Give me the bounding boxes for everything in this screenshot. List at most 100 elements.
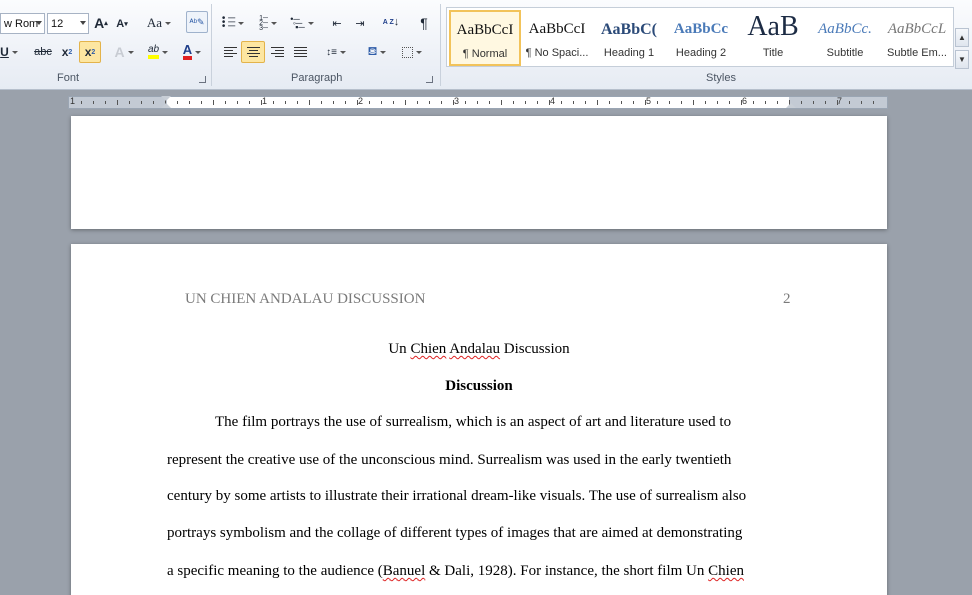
clear-formatting-button[interactable]: ᴬᵇ✎ <box>186 11 208 33</box>
paragraph-dialog-launcher-icon[interactable] <box>426 76 433 83</box>
ruler-tick <box>393 101 394 104</box>
style-heading-1[interactable]: AaBbC( Heading 1 <box>593 10 665 66</box>
increase-indent-icon: ⇥ <box>355 17 365 30</box>
show-formatting-button[interactable]: ¶ <box>413 12 435 34</box>
borders-button[interactable] <box>398 41 426 63</box>
ruler-number: 6 <box>742 96 748 106</box>
paragraph-group-label: Paragraph <box>291 72 343 84</box>
subscript-button[interactable]: x2 <box>57 41 77 63</box>
ruler-tick <box>333 101 334 104</box>
underline-button[interactable]: U <box>0 41 18 63</box>
font-color-icon: A <box>182 43 193 60</box>
shading-button[interactable]: ⛾ <box>362 41 392 63</box>
change-case-button[interactable]: Aa <box>145 12 173 34</box>
first-line-indent-marker[interactable] <box>161 96 171 101</box>
ruler-tick <box>813 101 814 104</box>
font-name-combo[interactable]: w Rom <box>0 13 45 34</box>
ruler-tick <box>537 101 538 104</box>
styles-scroll-down-button[interactable]: ▼ <box>955 50 969 69</box>
ruler-tick <box>873 101 874 104</box>
style-title[interactable]: AaB Title <box>737 10 809 66</box>
ruler-tick <box>429 101 430 104</box>
ruler-tick <box>477 101 478 104</box>
style-heading-2[interactable]: AaBbCc Heading 2 <box>665 10 737 66</box>
superscript-mark: 2 <box>91 48 96 56</box>
ruler-tick <box>93 101 94 104</box>
increase-indent-button[interactable]: ⇥ <box>350 12 370 34</box>
ruler-tick <box>261 100 262 105</box>
chevron-down-icon[interactable] <box>80 21 86 25</box>
page-1[interactable] <box>71 116 887 229</box>
ruler-tick <box>849 101 850 104</box>
paint-bucket-icon: ⛾ <box>367 44 378 58</box>
shrink-font-button[interactable]: A ▾ <box>113 13 131 35</box>
change-case-icon: Aa <box>146 15 163 30</box>
ruler-tick <box>729 101 730 104</box>
ruler-tick <box>645 100 646 105</box>
underline-icon: U <box>0 45 9 59</box>
justify-icon <box>293 46 307 58</box>
styles-group-label: Styles <box>706 72 736 84</box>
right-indent-marker[interactable] <box>786 103 796 108</box>
align-left-button[interactable] <box>219 41 241 63</box>
numbering-button[interactable]: 1─ 2─ 3─ <box>253 12 283 34</box>
styles-scroll-up-button[interactable]: ▲ <box>955 28 969 47</box>
paragraph-line: portrays symbolism and the collage of di… <box>167 525 743 541</box>
styles-gallery: AaBbCcI ¶ Normal AaBbCcI ¶ No Spaci... A… <box>446 7 954 67</box>
highlight-button[interactable]: ab <box>141 41 175 63</box>
style-no-spacing[interactable]: AaBbCcI ¶ No Spaci... <box>521 10 593 66</box>
ruler-number: 4 <box>550 96 556 106</box>
font-dialog-launcher-icon[interactable] <box>199 76 206 83</box>
text-effects-button[interactable]: A <box>111 41 137 63</box>
center-align-button[interactable] <box>241 41 265 63</box>
horizontal-ruler[interactable]: 1 1 2 3 4 5 6 7 <box>68 96 888 109</box>
ruler-number: 3 <box>454 96 460 106</box>
ruler-tick <box>357 100 358 105</box>
subscript-icon: x <box>61 45 69 59</box>
ruler-tick <box>489 101 490 104</box>
style-subtitle[interactable]: AaBbCc. Subtitle <box>809 10 881 66</box>
align-right-icon <box>270 46 284 58</box>
page-2[interactable]: UN CHIEN ANDALAU DISCUSSION 2 Un Chien A… <box>71 244 887 595</box>
hanging-indent-marker[interactable] <box>161 103 171 108</box>
align-center-icon <box>246 46 260 58</box>
style-name: Heading 2 <box>675 47 727 59</box>
decrease-indent-button[interactable]: ⇤ <box>327 12 347 34</box>
grow-font-button[interactable]: A ▴ <box>92 12 110 34</box>
ruler-tick <box>105 101 106 104</box>
superscript-icon: x <box>84 45 92 59</box>
ruler-number: 1 <box>262 96 268 106</box>
ruler-tick <box>657 101 658 104</box>
ruler-tick <box>129 101 130 104</box>
style-normal[interactable]: AaBbCcI ¶ Normal <box>449 10 521 66</box>
line-spacing-button[interactable]: ↕≡ <box>322 41 350 63</box>
chevron-up-icon: ▲ <box>958 33 966 42</box>
multilevel-list-button[interactable]: •─ ◦─ ▪─ <box>287 12 317 34</box>
bullets-button[interactable]: • ─ • ─ • ─ <box>218 12 248 34</box>
ruler-tick <box>273 101 274 104</box>
sort-button[interactable]: A Z ↓ <box>380 11 402 33</box>
strikethrough-button[interactable]: abc <box>32 41 54 63</box>
font-name-value: w Rom <box>4 17 39 30</box>
style-sample: AaB <box>747 11 799 42</box>
clear-formatting-icon: ᴬᵇ✎ <box>189 16 205 27</box>
font-size-combo[interactable]: 12 <box>47 13 89 34</box>
ruler-tick <box>597 100 598 105</box>
font-size-value: 12 <box>51 17 64 30</box>
chevron-down-icon[interactable] <box>36 21 42 25</box>
style-sample: AaBbCc. <box>818 21 872 37</box>
align-right-button[interactable] <box>266 41 288 63</box>
ruler-tick <box>237 101 238 104</box>
ruler-tick <box>321 101 322 104</box>
superscript-button[interactable]: x2 <box>79 41 101 63</box>
ruler-tick <box>585 101 586 104</box>
justify-button[interactable] <box>289 41 311 63</box>
ruler-tick <box>513 101 514 104</box>
chevron-down-icon: ▼ <box>958 55 966 64</box>
text-effects-icon: A <box>114 44 125 60</box>
running-header-title: UN CHIEN ANDALAU DISCUSSION <box>185 291 426 307</box>
font-color-button[interactable]: A <box>177 41 207 63</box>
ruler-tick <box>405 100 406 105</box>
style-subtle-emphasis[interactable]: AaBbCcL Subtle Em... <box>881 10 953 66</box>
borders-icon <box>402 46 413 58</box>
